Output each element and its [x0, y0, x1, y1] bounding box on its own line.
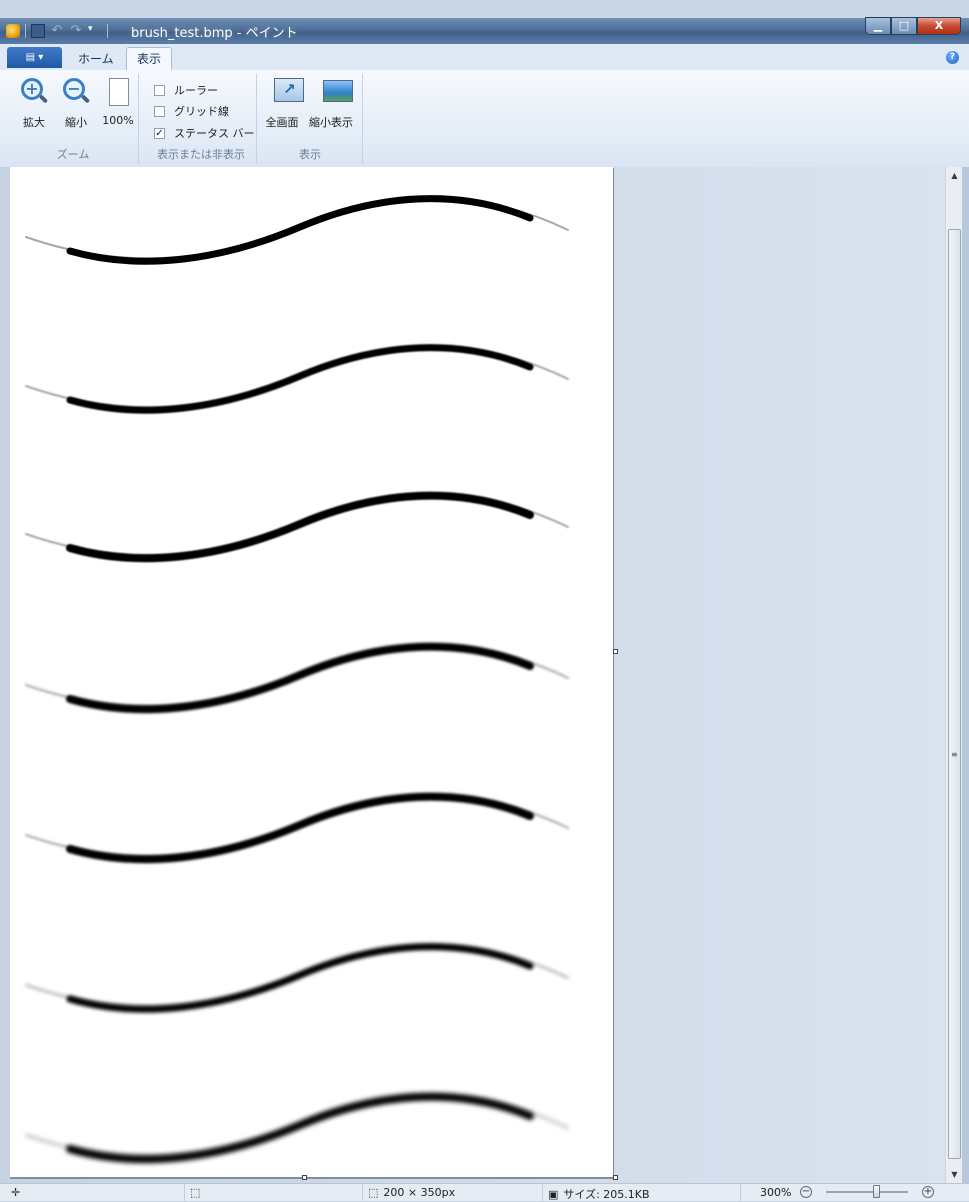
title-bar: ↶ ↷ ▾ brush_test.bmp - ペイント ▁ □ X — [0, 17, 969, 44]
scroll-thumb[interactable]: ≡ — [948, 229, 961, 1159]
ruler-checkbox[interactable] — [154, 84, 165, 96]
tab-view[interactable]: 表示 — [126, 47, 173, 71]
full-screen-label: 全画面 — [265, 116, 299, 129]
zoom-in-icon: + — [18, 76, 50, 110]
show-hide-group-label: 表示または非表示 — [157, 148, 245, 161]
canvas-workspace — [0, 167, 945, 1183]
drawing-canvas[interactable] — [10, 167, 613, 1178]
tab-home[interactable]: ホーム — [68, 48, 124, 70]
status-divider — [184, 1184, 185, 1201]
close-button[interactable]: X — [917, 17, 961, 35]
thumbnail-label: 縮小表示 — [309, 116, 353, 129]
status-bar: ✛ ⬚ ⬚ 200 × 350px ▣ サイズ: 205.1KB 300% − … — [0, 1183, 969, 1201]
show-hide-group: ルーラー グリッド線 ✓ ステータス バー 表示または非表示 — [146, 74, 257, 164]
status-divider — [362, 1184, 363, 1201]
canvas-size: ⬚ 200 × 350px — [368, 1186, 455, 1199]
brush-stroke — [66, 1092, 534, 1164]
paint-app-icon[interactable] — [6, 24, 20, 38]
brush-stroke — [66, 344, 534, 414]
quick-access-toolbar: ↶ ↷ ▾ — [6, 22, 108, 40]
zoom-out-icon: − — [60, 76, 92, 110]
gridlines-toggle[interactable]: グリッド線 — [154, 103, 229, 119]
zoom-level: 300% — [760, 1186, 792, 1199]
scroll-grip-icon: ≡ — [951, 750, 958, 759]
actual-size-label: 100% — [102, 114, 134, 127]
ruler-label: ルーラー — [174, 84, 218, 97]
brush-stroke — [66, 792, 534, 864]
ribbon-tab-row: ▤ ▾ ホーム 表示 ? — [0, 44, 969, 71]
scroll-up-button[interactable]: ▲ — [946, 167, 963, 184]
status-bar-toggle[interactable]: ✓ ステータス バー — [154, 125, 255, 141]
save-icon[interactable] — [31, 24, 45, 38]
qat-separator — [107, 24, 108, 38]
qat-separator — [25, 24, 26, 38]
brush-stroke — [66, 943, 534, 1013]
window-frame-right — [962, 167, 969, 1183]
window-title: brush_test.bmp - ペイント — [131, 26, 298, 41]
canvas-size-value: 200 × 350px — [383, 1186, 456, 1199]
ribbon-panel: + 拡大 − 縮小 100% ズーム ルーラー グリッド線 ✓ ステータス バー — [0, 70, 969, 168]
zoom-slider-track[interactable] — [826, 1191, 908, 1193]
full-screen-button[interactable]: 全画面 — [260, 76, 304, 130]
resize-handle-corner[interactable] — [613, 1175, 618, 1180]
resize-handle-bottom[interactable] — [302, 1175, 307, 1180]
canvas-size-icon: ⬚ — [368, 1186, 379, 1199]
scroll-down-button[interactable]: ▼ — [946, 1166, 963, 1183]
zoom-slider-thumb[interactable] — [873, 1185, 880, 1198]
brush-stroke — [66, 642, 534, 714]
brush-stroke — [66, 195, 534, 265]
status-bar-label: ステータス バー — [174, 127, 255, 140]
minimize-button[interactable]: ▁ — [865, 17, 891, 35]
paint-menu-button[interactable]: ▤ ▾ — [7, 47, 62, 68]
zoom-group-label: ズーム — [56, 148, 90, 161]
thumbnail-icon — [315, 76, 353, 110]
caption-buttons: ▁ □ X — [865, 17, 961, 35]
ruler-toggle[interactable]: ルーラー — [154, 82, 218, 98]
display-group: 全画面 縮小表示 表示 — [258, 74, 363, 164]
page-100-icon — [102, 76, 134, 110]
zoom-group: + 拡大 − 縮小 100% ズーム — [8, 74, 139, 164]
resize-handle-right[interactable] — [613, 649, 618, 654]
actual-size-button[interactable]: 100% — [98, 76, 138, 127]
zoom-in-label: 拡大 — [23, 116, 45, 129]
brush-strokes — [25, 195, 569, 1164]
status-divider — [740, 1184, 741, 1201]
brush-stroke — [66, 491, 534, 563]
zoom-in-button[interactable]: + 拡大 — [14, 76, 54, 130]
gridlines-label: グリッド線 — [174, 105, 229, 118]
maximize-button[interactable]: □ — [891, 17, 917, 35]
zoom-out-button[interactable]: − 縮小 — [56, 76, 96, 130]
canvas-bottom-edge — [10, 1177, 615, 1179]
thumbnail-button[interactable]: 縮小表示 — [306, 76, 356, 130]
display-group-label: 表示 — [299, 148, 321, 161]
zoom-out-status-button[interactable]: − — [800, 1186, 812, 1198]
full-screen-icon — [266, 76, 304, 110]
status-divider — [542, 1184, 543, 1201]
cursor-position-icon: ✛ — [11, 1186, 21, 1199]
vertical-scrollbar[interactable]: ▲ ≡ ▼ — [945, 167, 963, 1183]
help-icon[interactable]: ? — [946, 51, 959, 64]
customize-qat-icon[interactable]: ▾ — [88, 24, 102, 38]
gridlines-checkbox[interactable] — [154, 105, 165, 117]
disk-icon: ▣ — [548, 1187, 559, 1201]
zoom-out-label: 縮小 — [65, 116, 87, 129]
status-bar-checkbox[interactable]: ✓ — [154, 127, 165, 139]
undo-icon[interactable]: ↶ — [50, 24, 64, 38]
zoom-in-status-button[interactable]: + — [922, 1186, 934, 1198]
redo-icon[interactable]: ↷ — [69, 24, 83, 38]
selection-size-icon: ⬚ — [190, 1186, 201, 1199]
